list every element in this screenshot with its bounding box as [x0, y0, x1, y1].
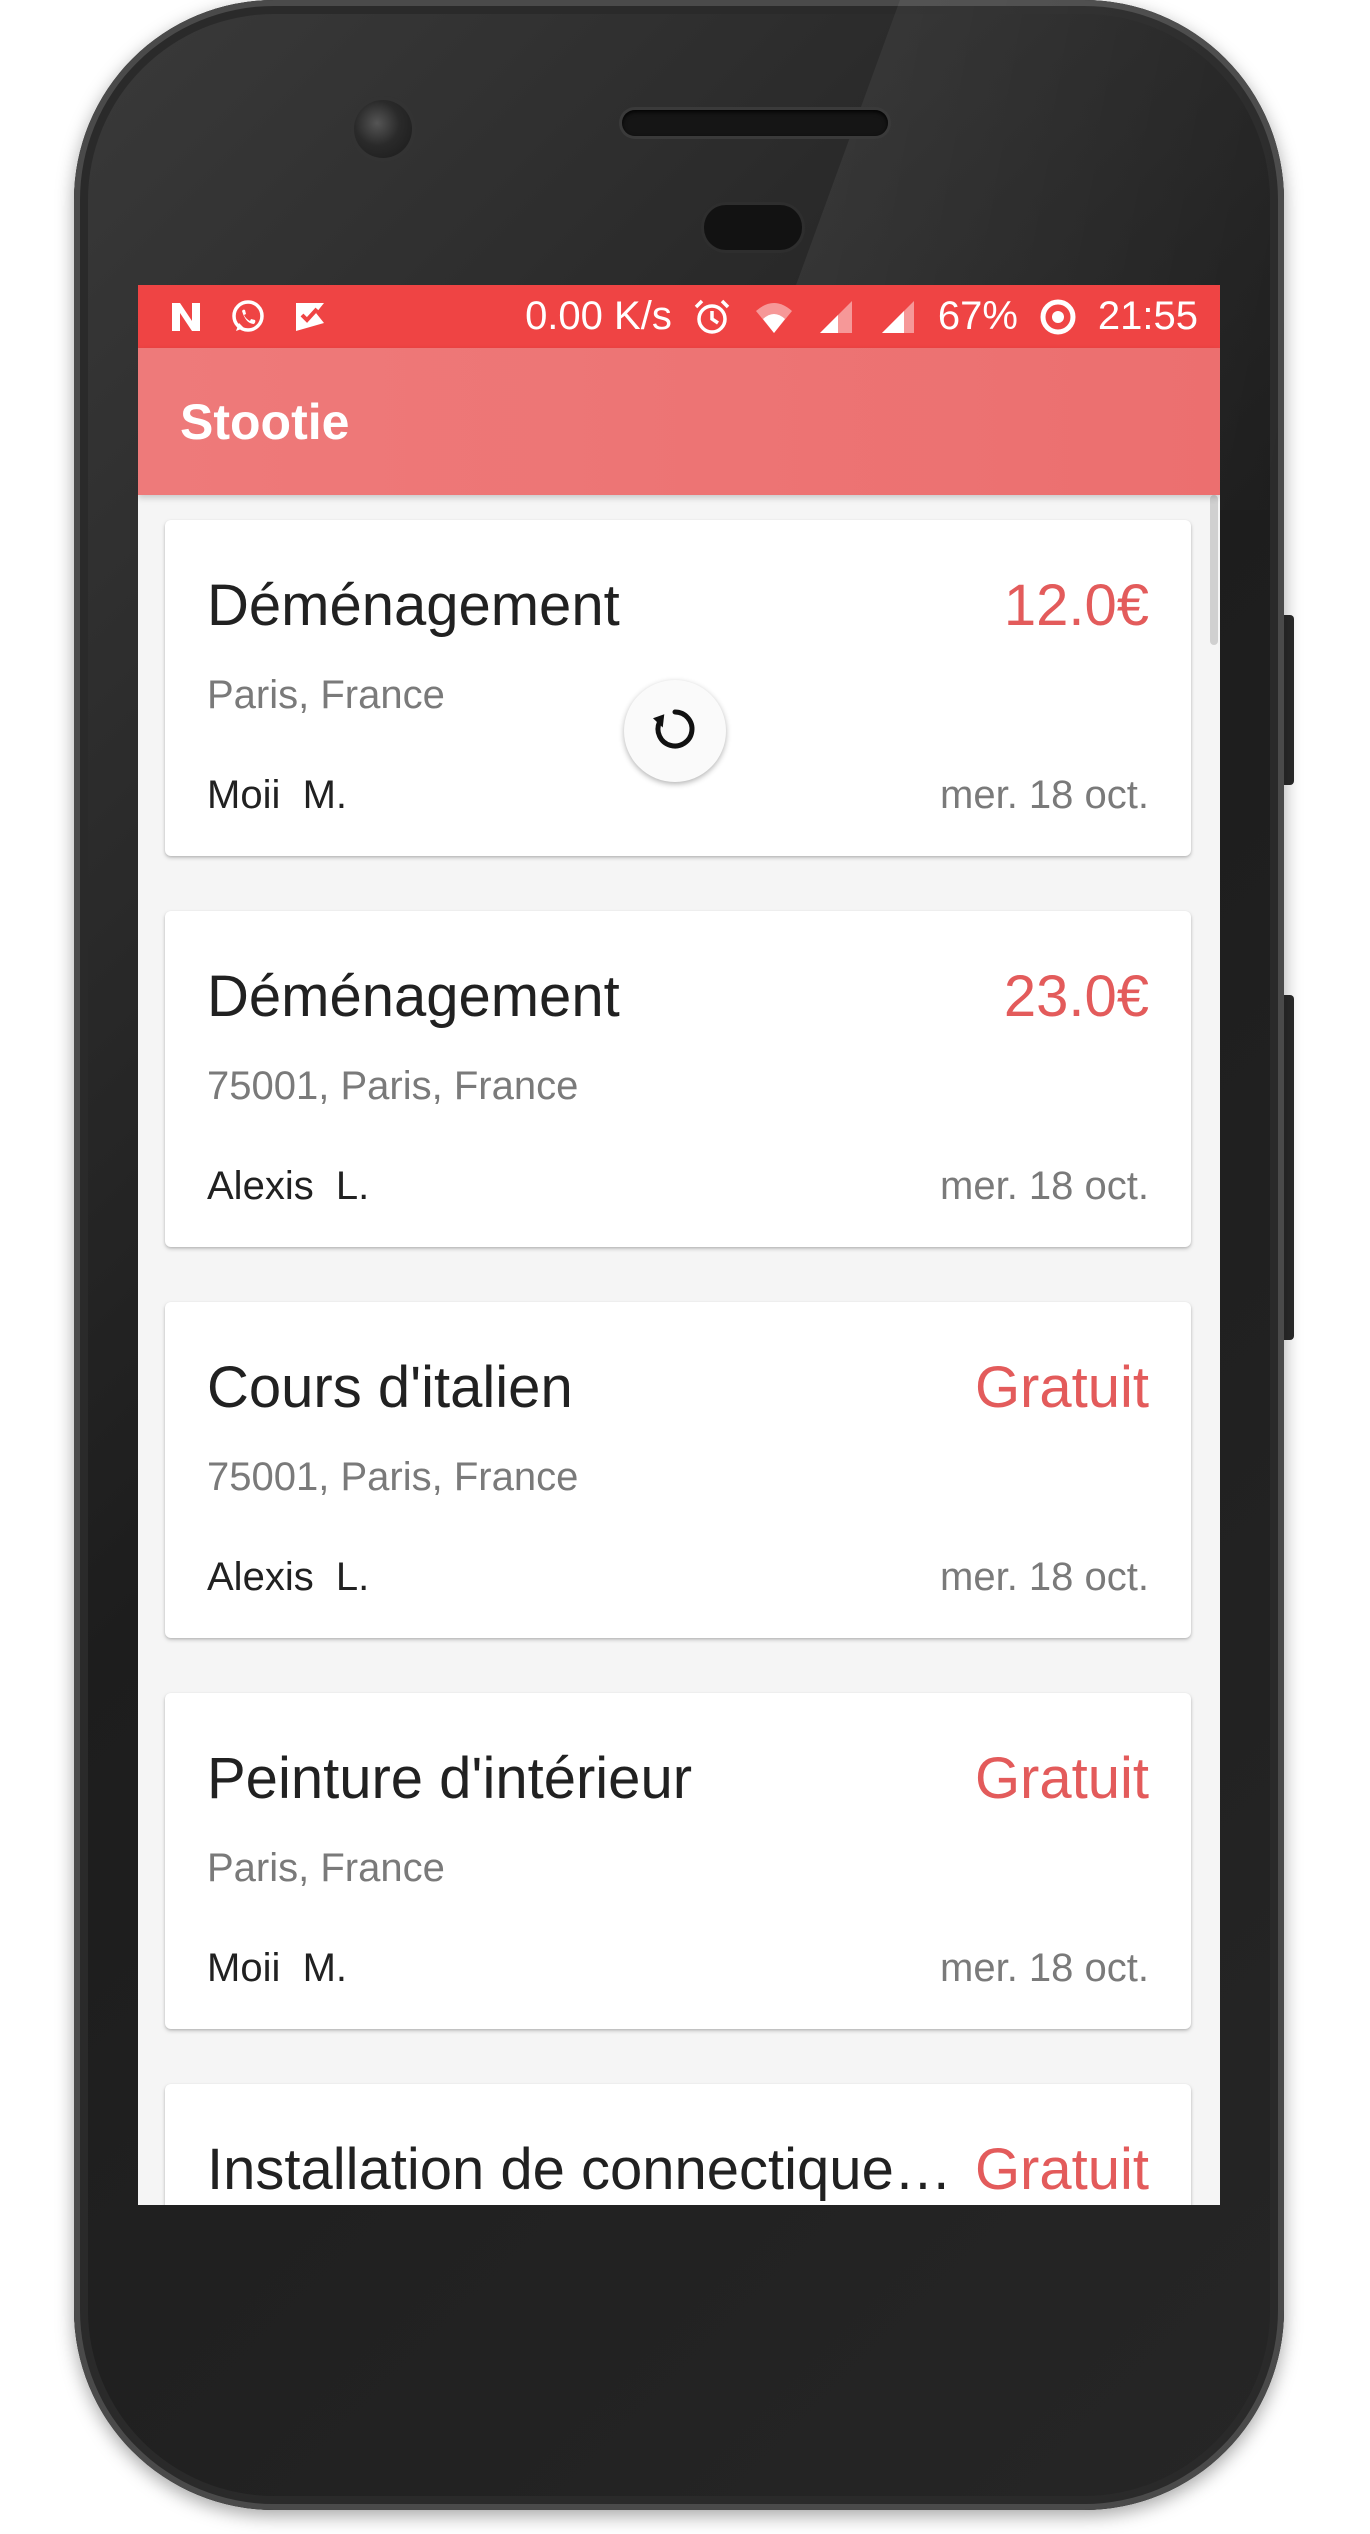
listing-list[interactable]: Déménagement 12.0€ Paris, France Moii M.… — [138, 495, 1220, 2205]
listing-location: Paris, France — [207, 1846, 445, 1890]
clock: 21:55 — [1097, 294, 1198, 338]
listing-date: mer. 18 oct. — [940, 773, 1149, 817]
listing-price: Gratuit — [974, 2137, 1149, 2202]
app-title: Stootie — [180, 393, 350, 450]
app-bar: Stootie — [138, 348, 1220, 495]
signal-icon — [814, 295, 858, 339]
proximity-sensor — [704, 205, 802, 250]
listing-user: Alexis L. — [207, 1164, 370, 1208]
listing-user: Moii M. — [207, 773, 347, 817]
task-check-icon — [288, 295, 332, 339]
listing-date: mer. 18 oct. — [940, 1555, 1149, 1599]
listing-date: mer. 18 oct. — [940, 1164, 1149, 1208]
alarm-icon — [690, 295, 734, 339]
refresh-indicator — [624, 680, 726, 782]
listing-title: Installation de connectique… — [207, 2137, 952, 2202]
listing-card[interactable]: Peinture d'intérieur Gratuit Paris, Fran… — [165, 1693, 1191, 2029]
status-bar: 0.00 K/s 67% 21:55 — [138, 285, 1220, 348]
listing-title: Déménagement — [207, 964, 620, 1029]
listing-card[interactable]: Installation de connectique… Gratuit — [165, 2084, 1191, 2205]
front-camera — [354, 100, 412, 158]
listing-price: Gratuit — [974, 1355, 1149, 1420]
scrollbar[interactable] — [1210, 495, 1218, 645]
device-mockup: 0.00 K/s 67% 21:55 Stootie Déménagement … — [0, 0, 1370, 2534]
listing-price: 12.0€ — [1003, 573, 1149, 638]
screen: 0.00 K/s 67% 21:55 Stootie Déménagement … — [138, 285, 1220, 2205]
listing-user: Moii M. — [207, 1946, 347, 1990]
listing-title: Peinture d'intérieur — [207, 1746, 693, 1811]
listing-user: Alexis L. — [207, 1555, 370, 1599]
listing-location: Paris, France — [207, 673, 445, 717]
status-right: 0.00 K/s 67% 21:55 — [525, 294, 1198, 339]
n-notification-icon — [164, 295, 208, 339]
listing-title: Déménagement — [207, 573, 620, 638]
battery-ring-icon — [1036, 295, 1080, 339]
whatsapp-icon — [226, 295, 270, 339]
listing-date: mer. 18 oct. — [940, 1946, 1149, 1990]
listing-location: 75001, Paris, France — [207, 1064, 579, 1108]
listing-price: Gratuit — [974, 1746, 1149, 1811]
status-left — [164, 295, 332, 339]
listing-title: Cours d'italien — [207, 1355, 573, 1420]
listing-card[interactable]: Déménagement 23.0€ 75001, Paris, France … — [165, 911, 1191, 1247]
network-speed: 0.00 K/s — [525, 294, 672, 338]
refresh-icon — [646, 700, 704, 763]
listing-card[interactable]: Cours d'italien Gratuit 75001, Paris, Fr… — [165, 1302, 1191, 1638]
wifi-icon — [752, 295, 796, 339]
earpiece-speaker — [622, 110, 888, 136]
listing-location: 75001, Paris, France — [207, 1455, 579, 1499]
signal-icon-2 — [876, 295, 920, 339]
listing-price: 23.0€ — [1003, 964, 1149, 1029]
battery-percent: 67% — [937, 294, 1018, 338]
